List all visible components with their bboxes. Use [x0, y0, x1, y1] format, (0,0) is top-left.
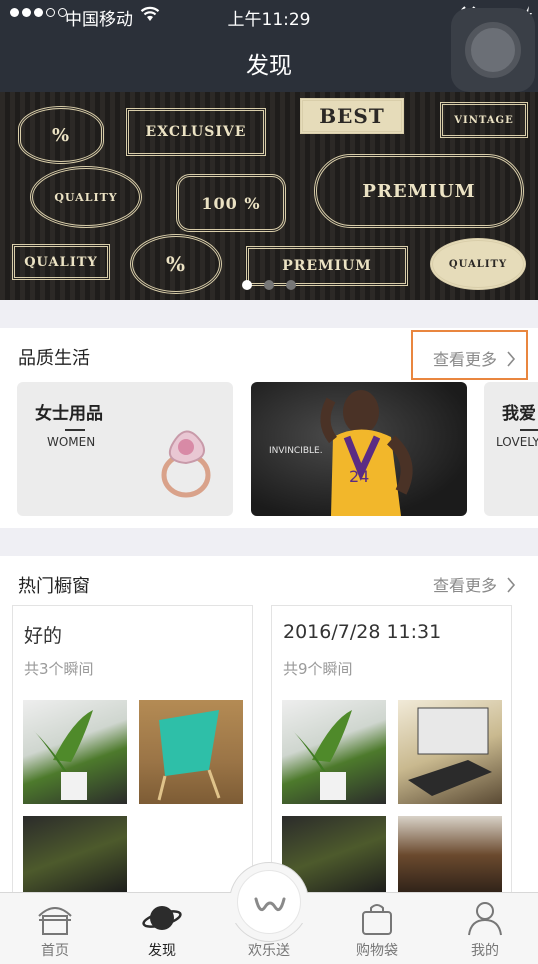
assistive-touch-knob — [465, 22, 521, 78]
section-title: 品质生活 — [18, 348, 90, 369]
bag-icon — [362, 904, 392, 935]
window-card[interactable]: 2016/7/28 11:31 共9个瞬间 — [271, 605, 512, 895]
banner-badge: QUALITY — [30, 166, 142, 228]
tab-label: 我的 — [471, 943, 499, 959]
category-card-lovely[interactable]: 我爱 LOVELY — [484, 382, 538, 516]
card-subtitle: WOMEN — [47, 435, 96, 449]
window-photo[interactable] — [282, 700, 386, 804]
window-title: 2016/7/28 11:31 — [283, 621, 442, 643]
tab-label: 发现 — [148, 943, 176, 959]
card-subtitle: LOVELY — [496, 435, 538, 449]
category-card-invincible[interactable]: INVINCIBLE. 24 — [251, 382, 467, 516]
tab-discover[interactable]: 发现 — [122, 892, 202, 964]
category-card-women[interactable]: 女士用品 WOMEN — [17, 382, 233, 516]
discover-screen: 中国移动 上午11:29 发现 % EXCLUSIVE BEST VINTAGE… — [0, 0, 538, 964]
plant-photo — [33, 710, 93, 800]
view-more-label: 查看更多 — [433, 576, 498, 595]
pager-dot — [242, 280, 252, 290]
view-more-link[interactable]: 查看更多 — [433, 572, 516, 596]
top-bar: 中国移动 上午11:29 发现 — [0, 0, 538, 92]
card-divider — [520, 429, 538, 431]
window-photo[interactable] — [139, 700, 243, 804]
view-more-highlight — [411, 330, 528, 380]
tab-home[interactable]: 首页 — [15, 892, 95, 964]
chevron-right-icon — [507, 577, 516, 593]
plant-photo — [292, 710, 352, 800]
pager-dot — [264, 280, 274, 290]
tab-label: 欢乐送 — [248, 943, 290, 959]
banner-badge: BEST — [300, 98, 404, 134]
window-photo[interactable] — [398, 700, 502, 804]
banner-badge: VINTAGE — [440, 102, 528, 138]
tab-label: 购物袋 — [356, 943, 398, 959]
banner-badge: PREMIUM — [314, 154, 524, 228]
card-title: 我爱 — [502, 404, 536, 424]
basketball-player-image: 24 — [320, 390, 413, 516]
chair-photo — [157, 710, 221, 801]
moment-count: 共3个瞬间 — [24, 660, 94, 678]
card-title: 女士用品 — [35, 404, 103, 424]
window-title: 好的 — [24, 625, 63, 647]
card-divider — [65, 429, 85, 431]
banner-badge: EXCLUSIVE — [126, 108, 266, 156]
banner-pager — [0, 280, 538, 290]
window-photo[interactable] — [23, 816, 127, 894]
user-icon — [468, 902, 502, 936]
tab-happy-delivery[interactable]: 欢乐送 — [229, 892, 309, 964]
keyboard-photo — [408, 707, 492, 796]
window-photo[interactable] — [398, 816, 502, 894]
assistive-touch-button[interactable] — [451, 8, 535, 92]
tab-mine[interactable]: 我的 — [445, 892, 525, 964]
banner-badge: 100 % — [176, 174, 286, 232]
moment-count: 共9个瞬间 — [283, 660, 353, 678]
window-photo[interactable] — [23, 700, 127, 804]
pager-dot — [286, 280, 296, 290]
ring-product-image — [161, 430, 211, 498]
window-card[interactable]: 好的 共3个瞬间 — [12, 605, 253, 895]
tab-label: 首页 — [41, 943, 69, 959]
home-icon — [38, 907, 72, 935]
planet-icon — [142, 906, 182, 930]
banner-badge: QUALITY — [12, 244, 110, 280]
tab-shopping-bag[interactable]: 购物袋 — [337, 892, 417, 964]
section-title: 热门橱窗 — [18, 576, 90, 597]
banner-badge: % — [18, 106, 104, 164]
promo-banner[interactable]: % EXCLUSIVE BEST VINTAGE QUALITY PREMIUM… — [0, 92, 538, 300]
svg-text:24: 24 — [349, 467, 369, 486]
